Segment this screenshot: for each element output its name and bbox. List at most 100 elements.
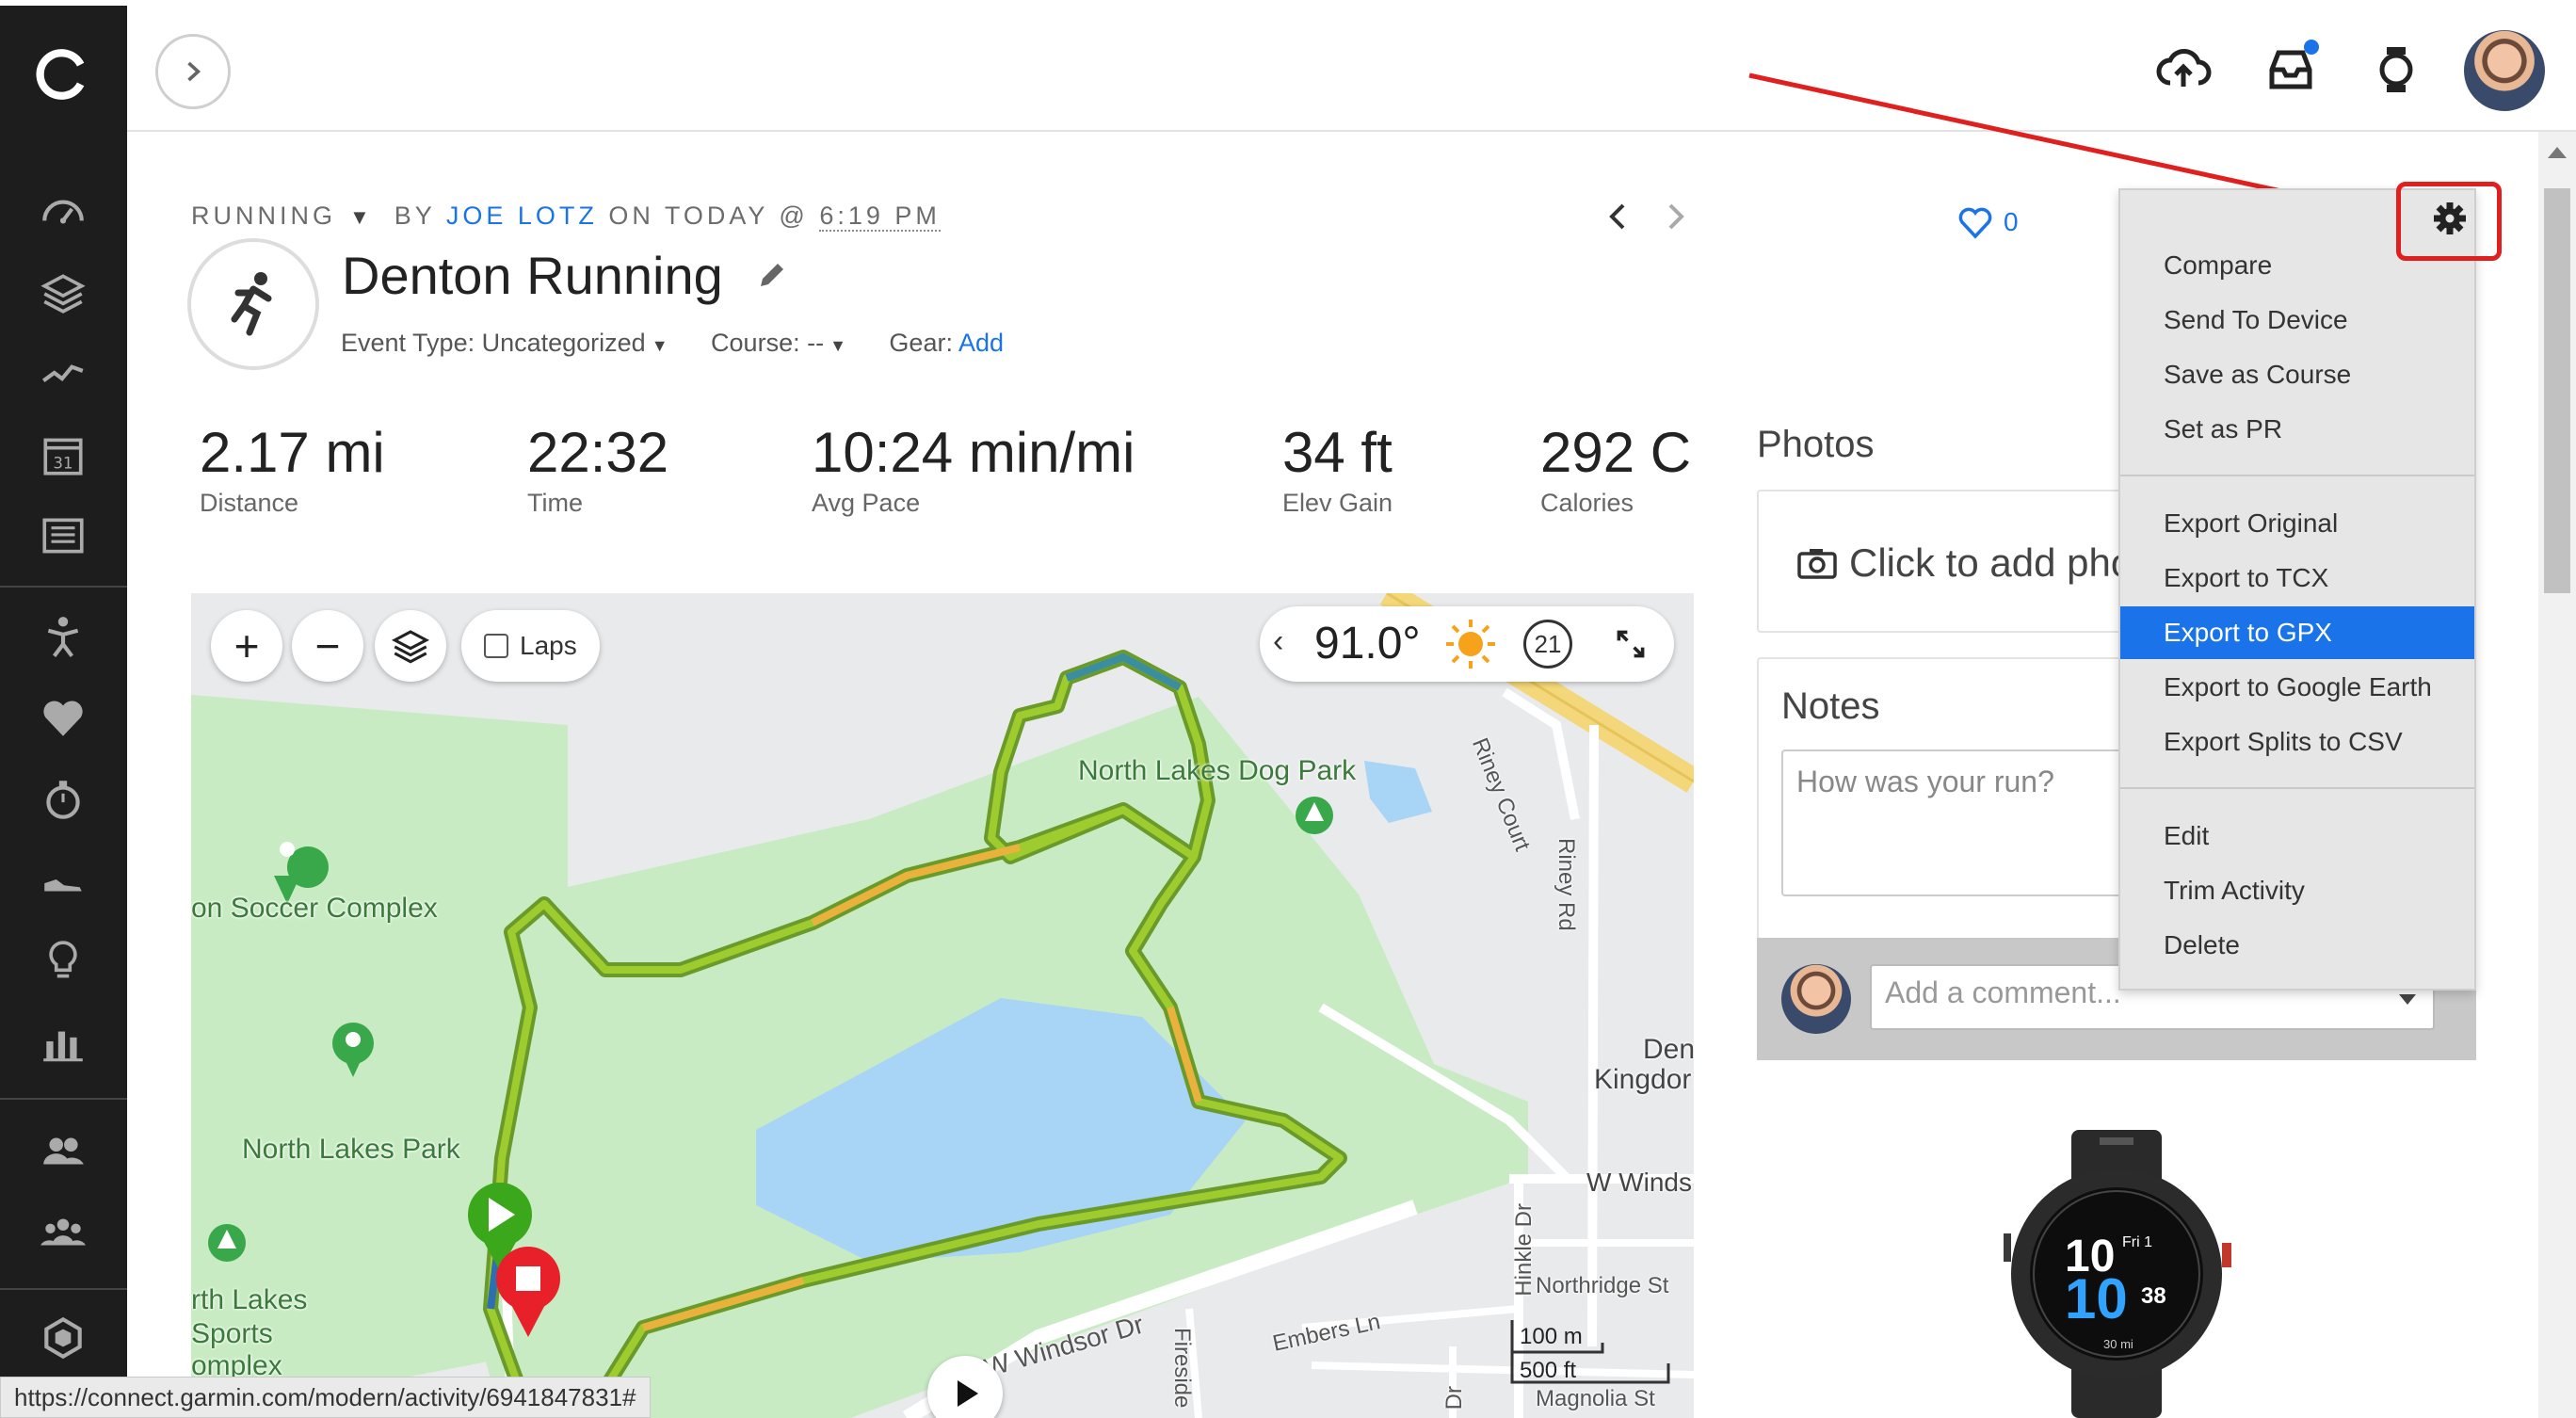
commenter-avatar	[1781, 964, 1851, 1034]
health-heart-icon[interactable]	[36, 691, 90, 746]
heart-outline-icon	[1958, 207, 1992, 239]
training-icon[interactable]	[36, 610, 90, 665]
reports-icon[interactable]	[36, 508, 90, 563]
calendar-icon[interactable]: 31	[36, 427, 90, 482]
edit-pencil-icon[interactable]	[755, 260, 787, 292]
user-avatar[interactable]	[2464, 30, 2545, 111]
menu-item-export-tcx[interactable]: Export to TCX	[2120, 552, 2474, 604]
menu-item-set-as-pr[interactable]: Set as PR	[2120, 403, 2474, 456]
author-link[interactable]: JOE LOTZ	[446, 201, 598, 230]
upload-cloud-icon[interactable]	[2153, 40, 2214, 100]
map-label-den: Den	[1643, 1034, 1694, 1065]
stat-value: 34 ft	[1282, 421, 1393, 484]
activity-trend-icon[interactable]	[36, 346, 90, 401]
stat-time: 22:32 Time	[527, 420, 668, 518]
menu-item-export-google-earth[interactable]: Export to Google Earth	[2120, 661, 2474, 714]
connections-icon[interactable]	[36, 1124, 90, 1179]
map-label-northridge: Northridge St	[1536, 1273, 1669, 1298]
map-label-kingdom: Kingdor	[1594, 1064, 1692, 1095]
map-label-w-winds: W Winds	[1586, 1168, 1692, 1197]
stat-label: Elev Gain	[1282, 489, 1393, 517]
by-label: BY	[394, 201, 436, 230]
scroll-thumb[interactable]	[2544, 188, 2570, 593]
tree-pin-icon[interactable]	[208, 1224, 246, 1262]
menu-separator	[2120, 475, 2474, 476]
next-activity-icon[interactable]	[1668, 203, 1684, 230]
watch-device-icon[interactable]	[2366, 40, 2426, 100]
garmin-connect-logo[interactable]	[34, 45, 92, 104]
chevron-left-icon[interactable]: ‹	[1273, 623, 1283, 660]
watch-seconds: 38	[2141, 1283, 2166, 1309]
map-canvas[interactable]	[191, 593, 1694, 1418]
event-type-label: Event Type: Uncategorized	[341, 329, 646, 357]
zoom-in-button[interactable]: +	[211, 610, 282, 682]
menu-item-trim-activity[interactable]: Trim Activity	[2120, 864, 2474, 917]
stat-elev-gain: 34 ft Elev Gain	[1282, 420, 1393, 518]
activity-breadcrumb: RUNNING ▼ BY JOE LOTZ ON TODAY @ 6:19 PM	[191, 201, 941, 232]
scroll-up-arrow-icon[interactable]	[2548, 147, 2567, 158]
sidebar-divider	[0, 1288, 127, 1290]
course-dropdown[interactable]: Course: -- ▼	[711, 329, 846, 357]
layers-icon[interactable]	[36, 266, 90, 320]
dashboard-icon[interactable]	[36, 185, 90, 239]
inbox-icon[interactable]	[2261, 40, 2321, 100]
device-watch-image: 10 Fri 1 10 38 30 mi	[2004, 1130, 2231, 1418]
map-label-north-lakes-park: North Lakes Park	[242, 1134, 460, 1165]
activity-time[interactable]: 6:19 PM	[819, 201, 941, 232]
menu-item-delete[interactable]: Delete	[2120, 919, 2474, 972]
caret-down-icon[interactable]	[2399, 994, 2416, 1005]
gear-label: Gear:	[889, 329, 953, 357]
comment-placeholder: Add a comment...	[1885, 975, 2121, 1009]
map-label-sports-2: Sports	[191, 1318, 273, 1349]
map-label-hinkle: Hinkle Dr	[1511, 1203, 1537, 1297]
road	[1587, 724, 1599, 1347]
notification-dot	[2304, 40, 2319, 55]
svg-text:31: 31	[53, 455, 72, 473]
menu-item-export-splits-csv[interactable]: Export Splits to CSV	[2120, 716, 2474, 768]
stopwatch-icon[interactable]	[36, 772, 90, 827]
stat-distance: 2.17 mi Distance	[200, 420, 385, 518]
expand-sidebar-button[interactable]	[155, 34, 231, 109]
caret-down-icon: ▼	[651, 336, 668, 355]
insights-bulb-icon[interactable]	[36, 934, 90, 989]
device-hexagon-icon[interactable]	[36, 1311, 90, 1365]
activity-type-label[interactable]: RUNNING	[191, 201, 336, 230]
sidebar-divider	[0, 1098, 127, 1100]
menu-item-export-original[interactable]: Export Original	[2120, 497, 2474, 550]
event-type-dropdown[interactable]: Event Type: Uncategorized ▼	[341, 329, 668, 357]
menu-item-save-as-course[interactable]: Save as Course	[2120, 348, 2474, 401]
map-label-sports-1: rth Lakes	[191, 1284, 308, 1315]
menu-item-edit[interactable]: Edit	[2120, 810, 2474, 862]
status-bar-url: https://connect.garmin.com/modern/activi…	[0, 1377, 651, 1418]
laps-checkbox[interactable]	[484, 634, 508, 658]
stat-calories: 292 C Calories	[1540, 420, 1691, 518]
caret-down-icon[interactable]: ▼	[349, 205, 374, 229]
map-layers-button[interactable]	[375, 610, 446, 682]
fullscreen-button[interactable]	[1601, 614, 1661, 674]
groups-icon[interactable]	[36, 1205, 90, 1260]
notes-heading: Notes	[1781, 685, 1880, 727]
laps-toggle[interactable]: Laps	[461, 610, 600, 682]
stat-value: 2.17 mi	[200, 421, 385, 484]
tree-pin-icon[interactable]	[1296, 797, 1333, 834]
photos-heading: Photos	[1757, 424, 1875, 465]
page-scrollbar[interactable]	[2538, 132, 2576, 1418]
sidebar-divider	[0, 586, 127, 588]
menu-item-export-gpx[interactable]: Export to GPX	[2120, 606, 2474, 659]
stats-bar-chart-icon[interactable]	[36, 1015, 90, 1070]
zoom-out-button[interactable]: −	[292, 610, 363, 682]
menu-item-send-to-device[interactable]: Send To Device	[2120, 294, 2474, 346]
scale-meters: 100 m	[1520, 1324, 1583, 1349]
add-photo-label: Click to add pho	[1849, 540, 2133, 585]
gear-annotation-box	[2396, 182, 2502, 261]
stat-label: Avg Pace	[812, 489, 921, 517]
map-label-soccer: on Soccer Complex	[191, 893, 438, 924]
activity-map[interactable]: North Lakes Dog Park on Soccer Complex N…	[191, 593, 1694, 1418]
like-button[interactable]: 0	[1956, 203, 2019, 241]
add-gear-link[interactable]: Add	[958, 329, 1004, 357]
map-label-magnolia: Magnolia St	[1536, 1386, 1655, 1411]
shoe-icon[interactable]	[36, 853, 90, 908]
previous-activity-icon[interactable]	[1609, 203, 1625, 230]
map-scale: 100 m 500 ft	[1508, 1316, 1670, 1390]
scale-feet: 500 ft	[1520, 1358, 1577, 1383]
